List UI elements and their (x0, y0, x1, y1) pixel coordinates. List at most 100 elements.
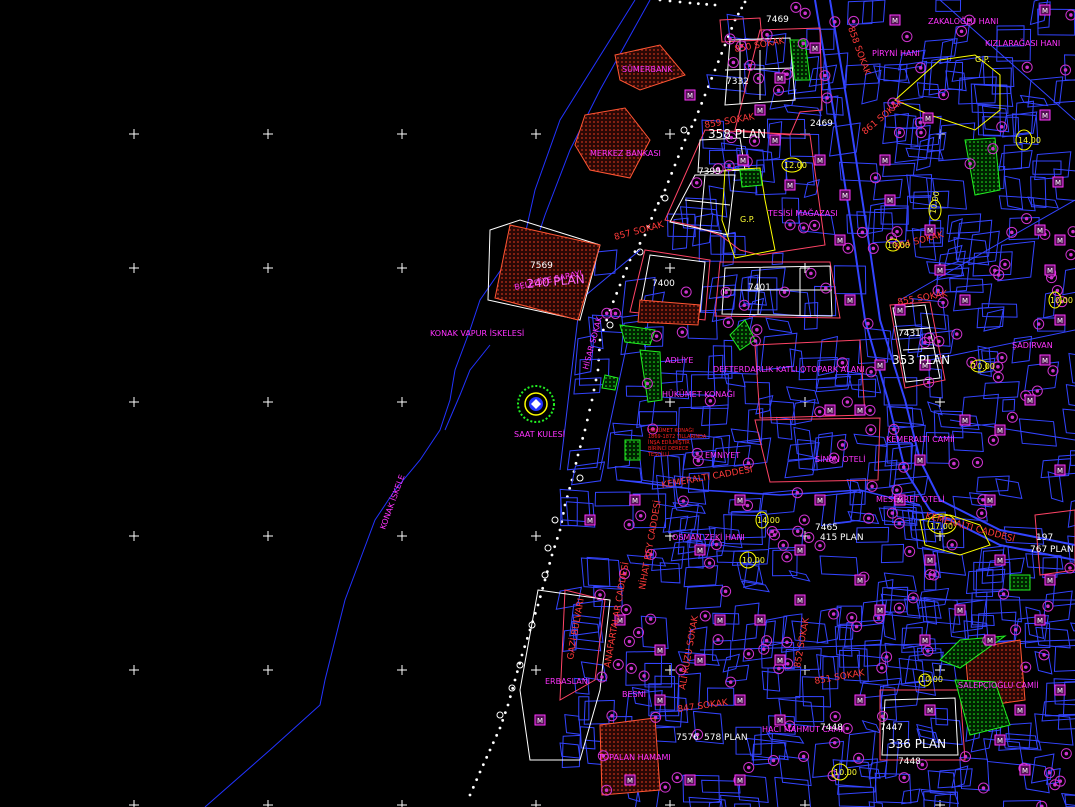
tree-icon-core (918, 66, 923, 70)
m-marker-icon: M (1044, 574, 1056, 586)
m-marker-letter: M (740, 157, 746, 165)
m-marker-icon: M (814, 154, 826, 166)
m-marker-icon: M (994, 424, 1006, 436)
tree-icon-core (785, 661, 790, 666)
tree-icon-core (714, 542, 719, 547)
m-marker-icon: M (889, 14, 901, 26)
m-marker-icon: M (874, 604, 886, 616)
quay-dot (713, 68, 717, 72)
m-marker-letter: M (737, 497, 743, 505)
quay-dot (561, 511, 565, 515)
tree-icon-core (610, 713, 614, 718)
quay-dot (520, 653, 524, 657)
tree-icon-core (613, 311, 618, 316)
m-marker-icon: M (774, 654, 786, 666)
m-marker-letter: M (857, 407, 863, 415)
tree-icon-core (731, 60, 736, 65)
m-marker-letter: M (897, 307, 903, 315)
quay-dot (596, 368, 600, 372)
m-marker-letter: M (1047, 577, 1053, 585)
m-marker-letter: M (757, 107, 763, 115)
quay-dot (597, 348, 601, 352)
tree-icon-core (653, 715, 658, 720)
m-marker-icon: M (1054, 314, 1066, 326)
m-marker-icon: M (734, 774, 746, 786)
tree-icon-core (728, 37, 732, 41)
place-merkez-bankasi: MERKEZ BANKASI (590, 149, 661, 158)
tree-icon-core (788, 223, 792, 227)
tree-icon-core (723, 589, 728, 594)
tree-icon-core (981, 786, 986, 790)
m-marker-letter: M (797, 597, 803, 605)
tree-icon-core (616, 662, 621, 667)
m-marker-letter: M (987, 497, 993, 505)
tree-icon-core (600, 675, 604, 679)
m-marker-letter: M (917, 457, 923, 465)
parcel-2469: 2469 (810, 119, 833, 129)
place-sinan-oteli: SİNAN OTELİ (815, 454, 865, 464)
quay-dot (588, 408, 592, 412)
tree-icon-core (991, 146, 995, 151)
tree-icon-core (694, 180, 699, 185)
place-zakaloglu-hani: ZAKALOĞLU HANI (928, 15, 999, 26)
plan-415: 415 PLAN (820, 533, 864, 543)
quay-dot (475, 778, 479, 782)
m-marker-letter: M (1042, 7, 1048, 15)
tree-icon-core (762, 647, 766, 651)
place-sumerbank: SÜMERBANK (622, 64, 673, 74)
tree-icon-core (785, 72, 789, 77)
m-marker-icon: M (922, 112, 934, 124)
quay-dot (720, 51, 724, 55)
quay-dot (615, 291, 619, 295)
tree-icon-core (955, 332, 959, 336)
quay-dot (511, 686, 515, 690)
quay-dot (550, 553, 554, 557)
quay-dot (710, 76, 714, 80)
m-marker-letter: M (962, 417, 968, 425)
quay-dot (656, 201, 660, 205)
quay-dot (666, 180, 670, 184)
tree-icon-core (873, 176, 878, 180)
place-konak-vapur-iskelesi: KONAK VAPUR İSKELESİ (430, 328, 524, 338)
tree-icon-core (663, 785, 668, 789)
m-marker-letter: M (697, 547, 703, 555)
tree-icon-core (919, 130, 923, 135)
quay-dot (555, 536, 559, 540)
tree-icon-core (870, 484, 874, 489)
quay-dot (713, 3, 717, 7)
tree-icon-core (825, 96, 829, 100)
tree-icon-core (923, 340, 927, 345)
m-marker-icon: M (824, 404, 836, 416)
tree-icon-core (795, 490, 800, 495)
quay-dot (683, 138, 687, 142)
plan-336: 336 PLAN (888, 737, 946, 751)
m-marker-letter: M (772, 137, 778, 145)
elev-4: 10.00 (887, 241, 910, 250)
tree-icon-core (833, 20, 837, 24)
tree-icon-core (1068, 566, 1072, 570)
parcel-7431: 7431 (898, 329, 921, 339)
tree-icon-core (771, 758, 776, 763)
quay-dot (471, 785, 475, 789)
quay-dot (686, 131, 690, 135)
tree-icon-core (785, 555, 789, 559)
quay-dot (673, 163, 677, 167)
m-marker-letter: M (1017, 707, 1023, 715)
elev-11: 10.00 (1050, 296, 1073, 305)
tree-icon-core (1046, 604, 1050, 609)
place-defterdarlik: DEFTERDARLIK KATLI OTOPARK ALANI (713, 365, 865, 374)
m-marker-icon: M (1052, 176, 1064, 188)
quay-dot (611, 300, 615, 304)
tree-icon-core (782, 290, 787, 294)
quay-dot (663, 188, 667, 192)
city-cad-map[interactable]: M M M M M M M M M M M M M M M M M M M M M M M M M M M M M M M M M M M M M M M M… (0, 0, 1075, 807)
quay-dot (638, 241, 642, 245)
tree-icon-core (1063, 68, 1068, 72)
place-kemeralti-camii: KEMERALTI CAMİİ (886, 434, 955, 444)
tree-icon-core (860, 230, 865, 235)
m-marker-icon: M (934, 264, 946, 276)
m-marker-letter: M (987, 637, 993, 645)
tree-icon-core (598, 593, 602, 597)
quay-dot (515, 670, 519, 674)
tree-icon-core (807, 535, 811, 540)
